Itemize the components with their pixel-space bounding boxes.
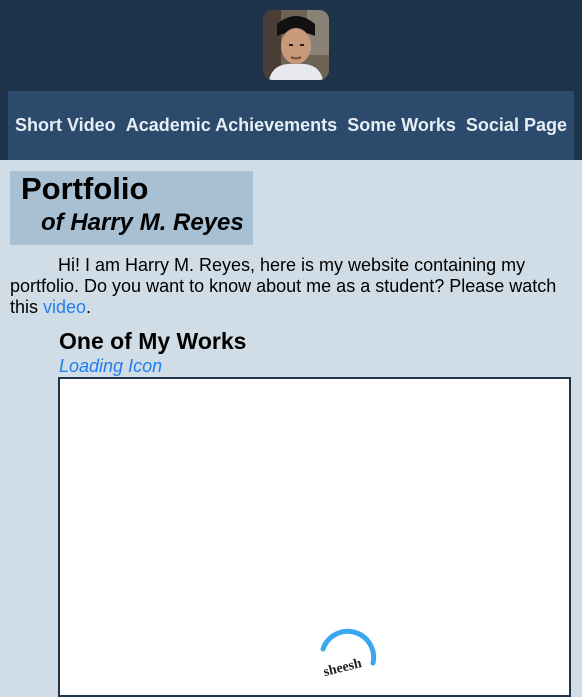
title-box: Portfolio of Harry M. Reyes bbox=[10, 171, 253, 245]
nav-link-social-page[interactable]: Social Page bbox=[466, 115, 567, 136]
works-frame: sheesh bbox=[58, 377, 571, 697]
main-nav: Short Video Academic Achievements Some W… bbox=[8, 91, 574, 160]
works-heading: One of My Works bbox=[59, 328, 247, 354]
page-subtitle: of Harry M. Reyes bbox=[41, 209, 244, 236]
intro-text: Hi! I am Harry M. Reyes, here is my webs… bbox=[10, 255, 557, 317]
nav-link-some-works[interactable]: Some Works bbox=[347, 115, 456, 136]
site-header: Short Video Academic Achievements Some W… bbox=[0, 0, 582, 160]
loader-text: sheesh bbox=[322, 656, 364, 680]
loading-spinner-icon: sheesh bbox=[320, 628, 377, 680]
nav-link-short-video[interactable]: Short Video bbox=[15, 115, 116, 136]
intro-paragraph: Hi! I am Harry M. Reyes, here is my webs… bbox=[10, 255, 570, 318]
avatar-photo bbox=[263, 10, 329, 80]
page-title: Portfolio bbox=[21, 171, 149, 206]
intro-end: . bbox=[86, 297, 92, 317]
avatar bbox=[263, 10, 329, 80]
video-link[interactable]: video bbox=[43, 297, 86, 317]
nav-link-academic-achievements[interactable]: Academic Achievements bbox=[126, 115, 337, 136]
works-subtitle: Loading Icon bbox=[59, 356, 163, 376]
